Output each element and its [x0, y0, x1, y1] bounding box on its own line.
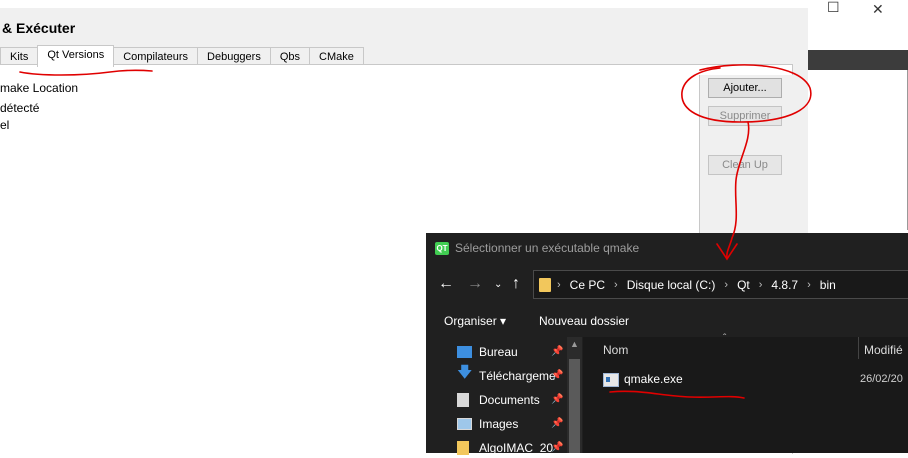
pin-icon: 📌 — [551, 418, 564, 429]
pin-icon: 📌 — [551, 394, 564, 405]
folder-icon — [539, 277, 551, 292]
tab-bar: Kits Qt Versions Compilateurs Debuggers … — [0, 45, 364, 67]
new-folder-button[interactable]: Nouveau dossier — [539, 314, 629, 328]
executable-icon — [603, 373, 619, 387]
back-arrow-icon[interactable]: ← — [438, 275, 454, 293]
recent-locations-chevron-icon[interactable]: ⌄ — [494, 279, 502, 290]
desktop-icon — [457, 346, 472, 358]
pin-icon: 📌 — [551, 442, 564, 453]
breadcrumb-qt[interactable]: Qt — [737, 278, 750, 292]
pin-icon: 📌 — [551, 370, 564, 381]
navigation-pane: Bureau 📌 🡇 Téléchargeme 📌 Documents 📌 Im… — [426, 337, 582, 455]
file-row-qmake[interactable]: qmake.exe 26/02/20 — [603, 371, 908, 391]
column-header-modified[interactable]: Modifié — [864, 343, 903, 357]
cleanup-button[interactable]: Clean Up — [708, 155, 782, 175]
maximize-button[interactable]: ☐ — [827, 0, 840, 16]
background-window-toolbar — [808, 50, 908, 70]
scrollbar-thumb[interactable] — [569, 359, 580, 453]
pin-icon: 📌 — [551, 346, 564, 357]
scroll-up-icon[interactable]: ▲ — [570, 339, 579, 349]
breadcrumb-separator-icon: › — [557, 278, 561, 291]
breadcrumb-local-disk[interactable]: Disque local (C:) — [627, 278, 716, 292]
dialog-title: Sélectionner un exécutable qmake — [455, 241, 640, 255]
documents-icon — [457, 393, 469, 407]
titlebar-strip — [0, 0, 808, 8]
remove-button[interactable]: Supprimer — [708, 106, 782, 126]
close-button[interactable]: ✕ — [872, 2, 884, 18]
breadcrumb-this-pc[interactable]: Ce PC — [570, 278, 605, 292]
file-date: 26/02/20 — [860, 373, 903, 385]
sort-caret-icon: ˆ — [723, 333, 727, 344]
file-dialog: QT Sélectionner un exécutable qmake ← → … — [426, 233, 908, 455]
address-bar[interactable]: › Ce PC › Disque local (C:) › Qt › 4.8.7… — [533, 270, 908, 299]
column-divider[interactable] — [858, 337, 859, 359]
up-arrow-icon[interactable]: ↑ — [512, 275, 520, 293]
breadcrumb-separator-icon: › — [807, 278, 811, 291]
tab-qt-versions[interactable]: Qt Versions — [37, 45, 115, 67]
nav-pane-scrollbar[interactable]: ▲ — [567, 337, 582, 453]
tree-item-manual[interactable]: el — [0, 118, 9, 132]
breadcrumb-bin[interactable]: bin — [820, 278, 836, 292]
breadcrumb-separator-icon: › — [614, 278, 618, 291]
dialog-toolbar: Organiser ▾ Nouveau dossier — [426, 311, 908, 333]
file-list: ˆ Nom Modifié qmake.exe 26/02/20 — [583, 333, 908, 453]
breadcrumb-separator-icon: › — [724, 278, 729, 291]
add-button[interactable]: Ajouter... — [708, 78, 782, 98]
pictures-icon — [457, 418, 472, 430]
page-title: & Exécuter — [2, 20, 76, 36]
download-icon: 🡇 — [457, 364, 473, 381]
breadcrumb-version[interactable]: 4.8.7 — [771, 278, 798, 292]
tree-header-qmake-location: make Location — [0, 81, 79, 95]
forward-arrow-icon[interactable]: → — [467, 275, 483, 293]
organize-button[interactable]: Organiser ▾ — [444, 314, 506, 328]
qt-logo-icon: QT — [435, 242, 449, 255]
tree-item-auto-detected[interactable]: détecté — [0, 101, 39, 115]
breadcrumb-separator-icon: › — [758, 278, 763, 291]
column-header-name[interactable]: Nom — [603, 343, 628, 357]
file-name: qmake.exe — [624, 372, 683, 386]
